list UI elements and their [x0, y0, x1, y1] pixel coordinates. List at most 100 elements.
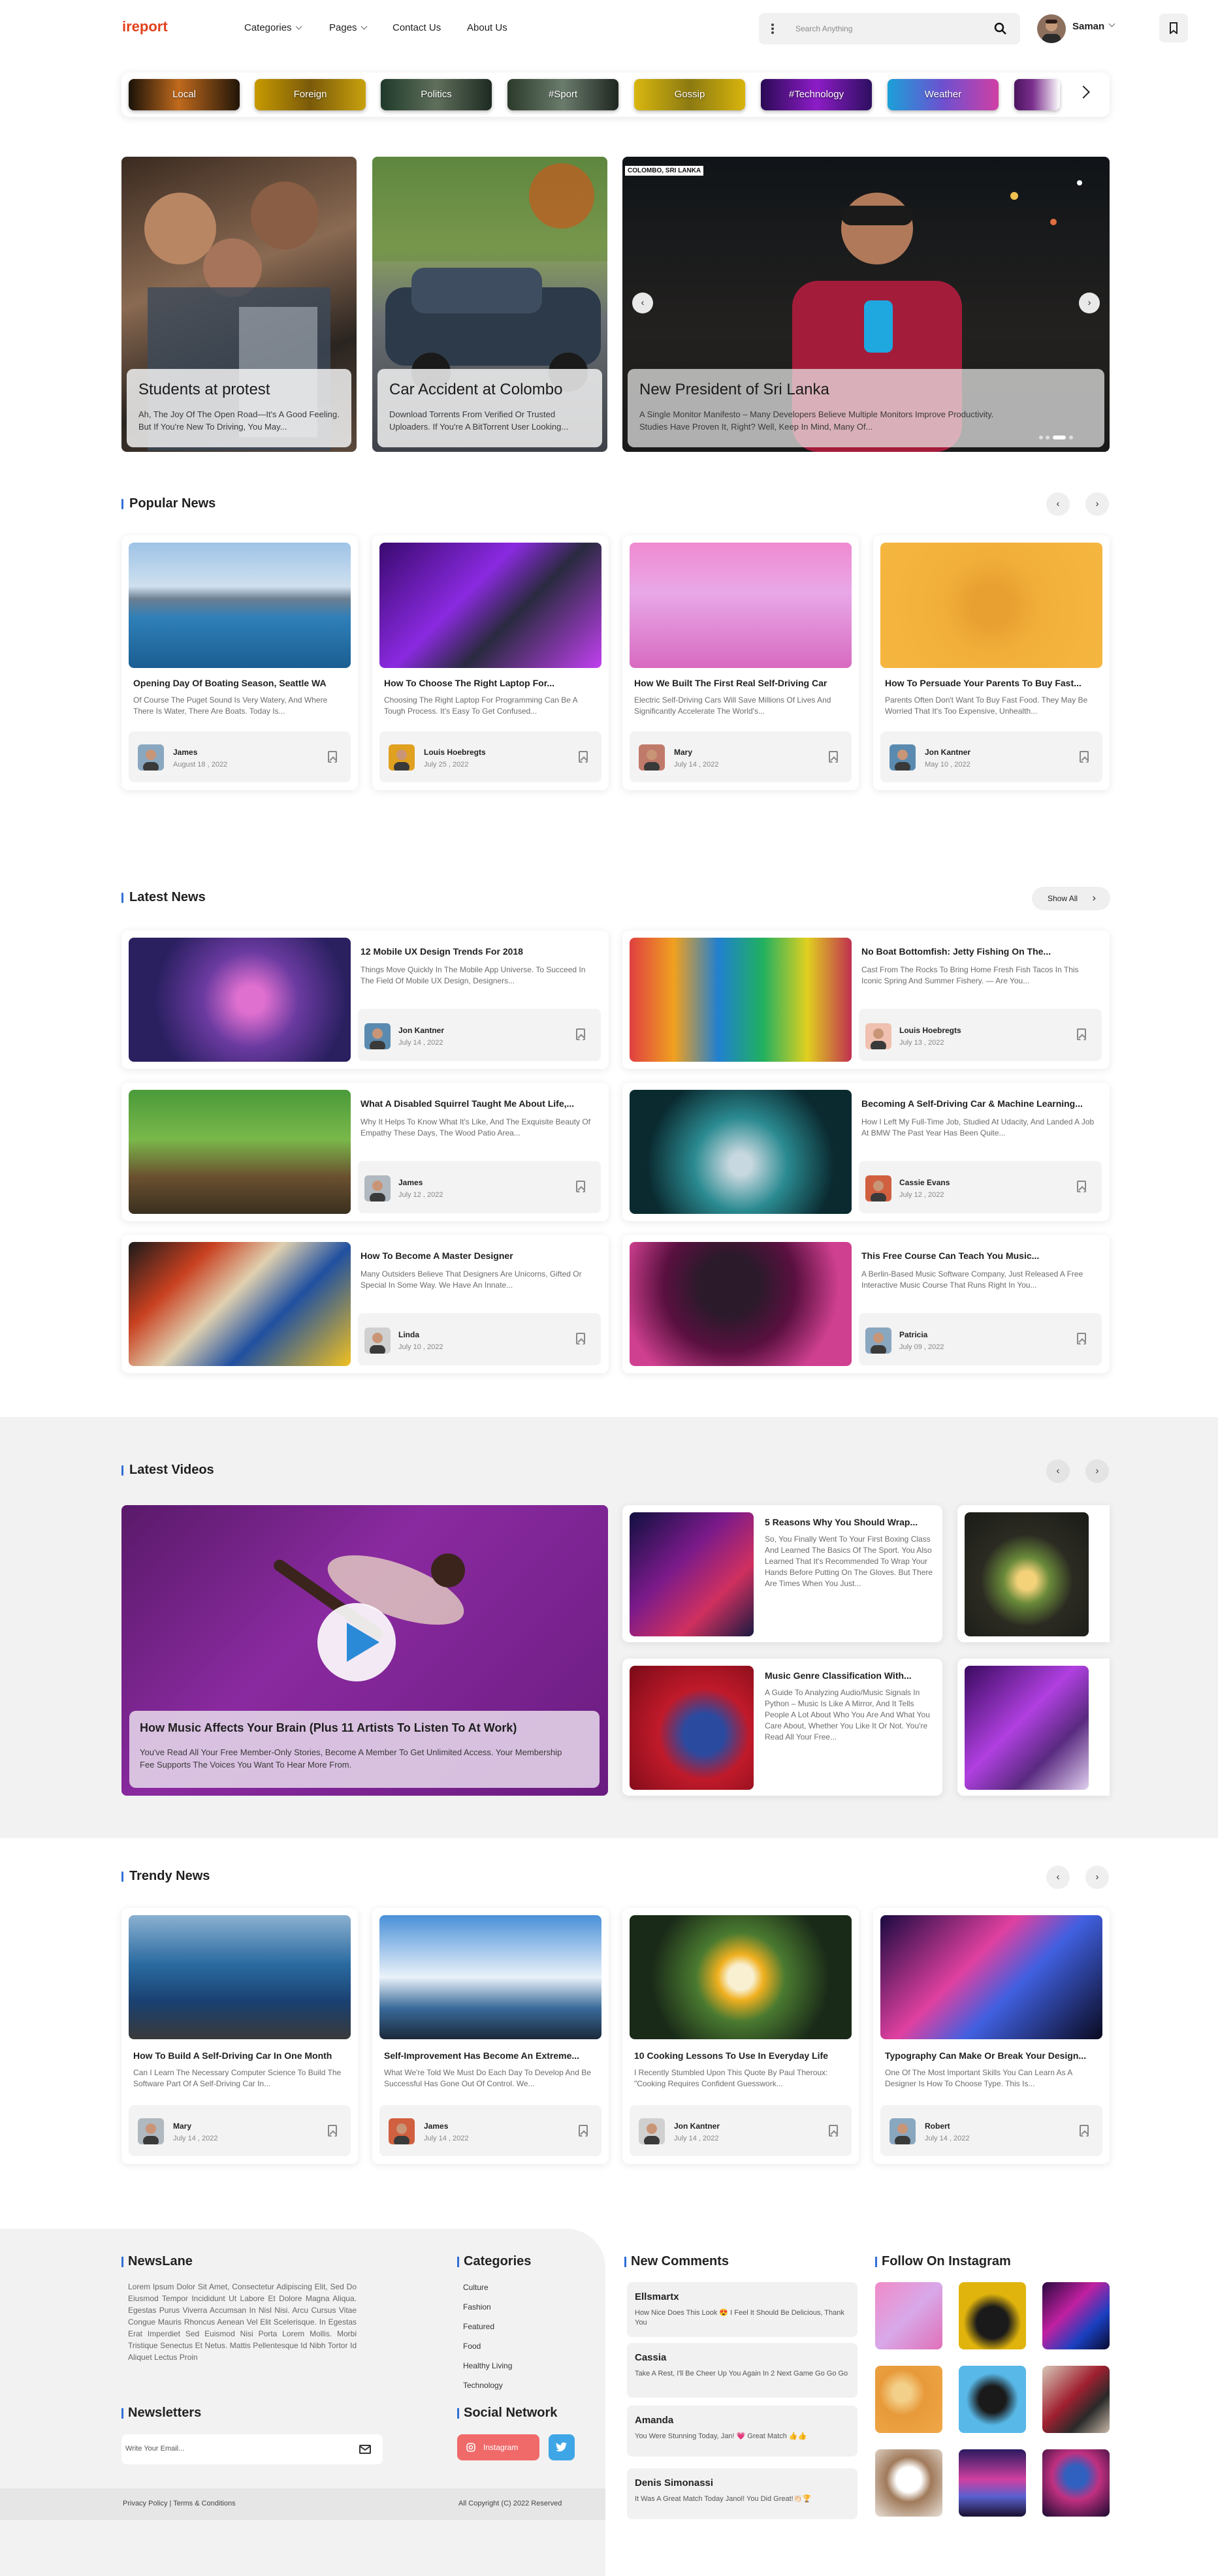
trendy-card-image[interactable] — [379, 1915, 601, 2039]
videos-prev-button[interactable]: ‹ — [1046, 1459, 1070, 1483]
bookmark-icon[interactable] — [328, 2125, 337, 2137]
video-card-3-partial[interactable] — [957, 1505, 1110, 1642]
chip-foreign[interactable]: Foreign — [255, 79, 366, 110]
video-thumb-headphones[interactable] — [630, 1666, 754, 1790]
user-avatar[interactable] — [1037, 14, 1066, 43]
search-input[interactable]: Search Anything — [795, 24, 852, 33]
hero-title-3[interactable]: New President of Sri Lanka — [639, 381, 829, 399]
author-avatar[interactable] — [364, 1328, 391, 1354]
video-card-2[interactable]: Music Genre Classification With... A Gui… — [622, 1659, 942, 1796]
author-avatar[interactable] — [865, 1328, 891, 1354]
video-thumb-desk[interactable] — [965, 1666, 1089, 1790]
popular-card-title[interactable]: Opening Day Of Boating Season, Seattle W… — [133, 678, 349, 688]
trendy-card-title[interactable]: 10 Cooking Lessons To Use In Everyday Li… — [634, 2050, 850, 2061]
search-box[interactable]: Search Anything — [759, 13, 1020, 44]
latest-card[interactable]: What A Disabled Squirrel Taught Me About… — [121, 1083, 609, 1221]
trendy-card-title[interactable]: Self-Improvement Has Become An Extreme..… — [384, 2050, 600, 2061]
latest-card[interactable]: No Boat Bottomfish: Jetty Fishing On The… — [622, 930, 1110, 1069]
insta-post-4[interactable] — [875, 2366, 942, 2433]
popular-card-title[interactable]: How To Persuade Your Parents To Buy Fast… — [885, 678, 1100, 688]
popular-card[interactable]: How We Built The First Real Self-Driving… — [622, 535, 859, 790]
popular-card-title[interactable]: How We Built The First Real Self-Driving… — [634, 678, 850, 688]
video-title-1[interactable]: 5 Reasons Why You Should Wrap... — [765, 1517, 935, 1527]
bookmark-icon[interactable] — [829, 2125, 838, 2137]
footer-cat-food[interactable]: Food — [463, 2342, 481, 2351]
chip-technology[interactable]: #Technology — [761, 79, 872, 110]
author-name[interactable]: James — [173, 748, 197, 757]
author-name[interactable]: Louis Hoebregts — [899, 1026, 961, 1035]
user-name[interactable]: Saman — [1072, 21, 1104, 32]
nav-pages[interactable]: Pages — [329, 22, 366, 33]
latest-card-image[interactable] — [630, 1242, 852, 1366]
insta-post-1[interactable] — [875, 2282, 942, 2349]
trendy-next-button[interactable]: › — [1085, 1866, 1109, 1889]
author-name[interactable]: Linda — [398, 1330, 419, 1339]
latest-card[interactable]: How To Become A Master Designer Many Outs… — [121, 1235, 609, 1373]
latest-card-title[interactable]: 12 Mobile UX Design Trends For 2018 — [361, 946, 602, 957]
chip-sport[interactable]: #Sport — [507, 79, 618, 110]
popular-prev-button[interactable]: ‹ — [1046, 492, 1070, 516]
hero-title-2[interactable]: Car Accident at Colombo — [389, 381, 562, 399]
chip-partial[interactable] — [1014, 79, 1060, 110]
author-name[interactable]: Mary — [674, 748, 692, 757]
author-avatar[interactable] — [364, 1175, 391, 1201]
popular-card-image[interactable] — [129, 543, 351, 668]
footer-cat-fashion[interactable]: Fashion — [463, 2302, 491, 2312]
author-avatar[interactable] — [389, 744, 415, 771]
nav-about-us[interactable]: About Us — [467, 22, 507, 33]
footer-legal-links[interactable]: Privacy Policy | Terms & Conditions — [123, 2500, 236, 2507]
latest-card-title[interactable]: No Boat Bottomfish: Jetty Fishing On The… — [861, 946, 1103, 957]
author-name[interactable]: Mary — [173, 2122, 191, 2131]
author-name[interactable]: Jon Kantner — [925, 748, 970, 757]
hero-title-1[interactable]: Students at protest — [138, 381, 270, 399]
author-avatar[interactable] — [865, 1023, 891, 1049]
author-avatar[interactable] — [138, 744, 164, 771]
nav-contact-us[interactable]: Contact Us — [393, 22, 441, 33]
chip-gossip[interactable]: Gossip — [634, 79, 745, 110]
show-all-button[interactable]: Show All › — [1032, 887, 1110, 910]
comment-4[interactable]: Denis Simonassi It Was A Great Match Toda… — [627, 2468, 857, 2519]
chip-local[interactable]: Local — [129, 79, 240, 110]
author-name[interactable]: Louis Hoebregts — [424, 748, 486, 757]
comment-1[interactable]: Ellsmartx How Nice Does This Look 😍 I Fee… — [627, 2282, 857, 2337]
insta-post-5[interactable] — [959, 2366, 1026, 2433]
author-avatar[interactable] — [639, 744, 665, 771]
insta-post-9[interactable] — [1042, 2449, 1110, 2517]
footer-cat-culture[interactable]: Culture — [463, 2283, 489, 2292]
latest-card-image[interactable] — [630, 938, 852, 1062]
author-name[interactable]: Cassie Evans — [899, 1178, 950, 1187]
site-logo[interactable]: ireport — [122, 18, 168, 35]
search-icon[interactable] — [994, 22, 1007, 35]
insta-post-8[interactable] — [959, 2449, 1026, 2517]
popular-card-image[interactable] — [630, 543, 852, 668]
author-avatar[interactable] — [364, 1023, 391, 1049]
author-name[interactable]: Jon Kantner — [398, 1026, 444, 1035]
main-video-title[interactable]: How Music Affects Your Brain (Plus 11 Ar… — [140, 1721, 517, 1735]
latest-card-title[interactable]: How To Become A Master Designer — [361, 1250, 602, 1261]
trendy-card-title[interactable]: Typography Can Make Or Break Your Design… — [885, 2050, 1100, 2061]
bookmark-icon[interactable] — [328, 751, 337, 763]
trendy-card-image[interactable] — [880, 1915, 1102, 2039]
latest-card-image[interactable] — [630, 1090, 852, 1214]
footer-cat-featured[interactable]: Featured — [463, 2322, 494, 2331]
chip-politics[interactable]: Politics — [381, 79, 492, 110]
bookmarks-button[interactable] — [1159, 14, 1188, 42]
bookmark-icon[interactable] — [576, 1028, 585, 1040]
trendy-card-image[interactable] — [129, 1915, 351, 2039]
more-vert-icon[interactable] — [771, 24, 775, 34]
bookmark-icon[interactable] — [1080, 2125, 1089, 2137]
author-name[interactable]: James — [398, 1178, 423, 1187]
hero-prev-button[interactable]: ‹ — [632, 293, 653, 313]
video-title-2[interactable]: Music Genre Classification With... — [765, 1670, 935, 1681]
trendy-card-image[interactable] — [630, 1915, 852, 2039]
insta-post-6[interactable] — [1042, 2366, 1110, 2433]
twitter-button[interactable] — [549, 2434, 575, 2460]
author-avatar[interactable] — [639, 2118, 665, 2144]
latest-card-image[interactable] — [129, 1242, 351, 1366]
video-thumb-boxing[interactable] — [630, 1512, 754, 1636]
video-thumb-food[interactable] — [965, 1512, 1089, 1636]
author-avatar[interactable] — [389, 2118, 415, 2144]
bookmark-icon[interactable] — [579, 2125, 588, 2137]
popular-card-image[interactable] — [379, 543, 601, 668]
bookmark-icon[interactable] — [1080, 751, 1089, 763]
